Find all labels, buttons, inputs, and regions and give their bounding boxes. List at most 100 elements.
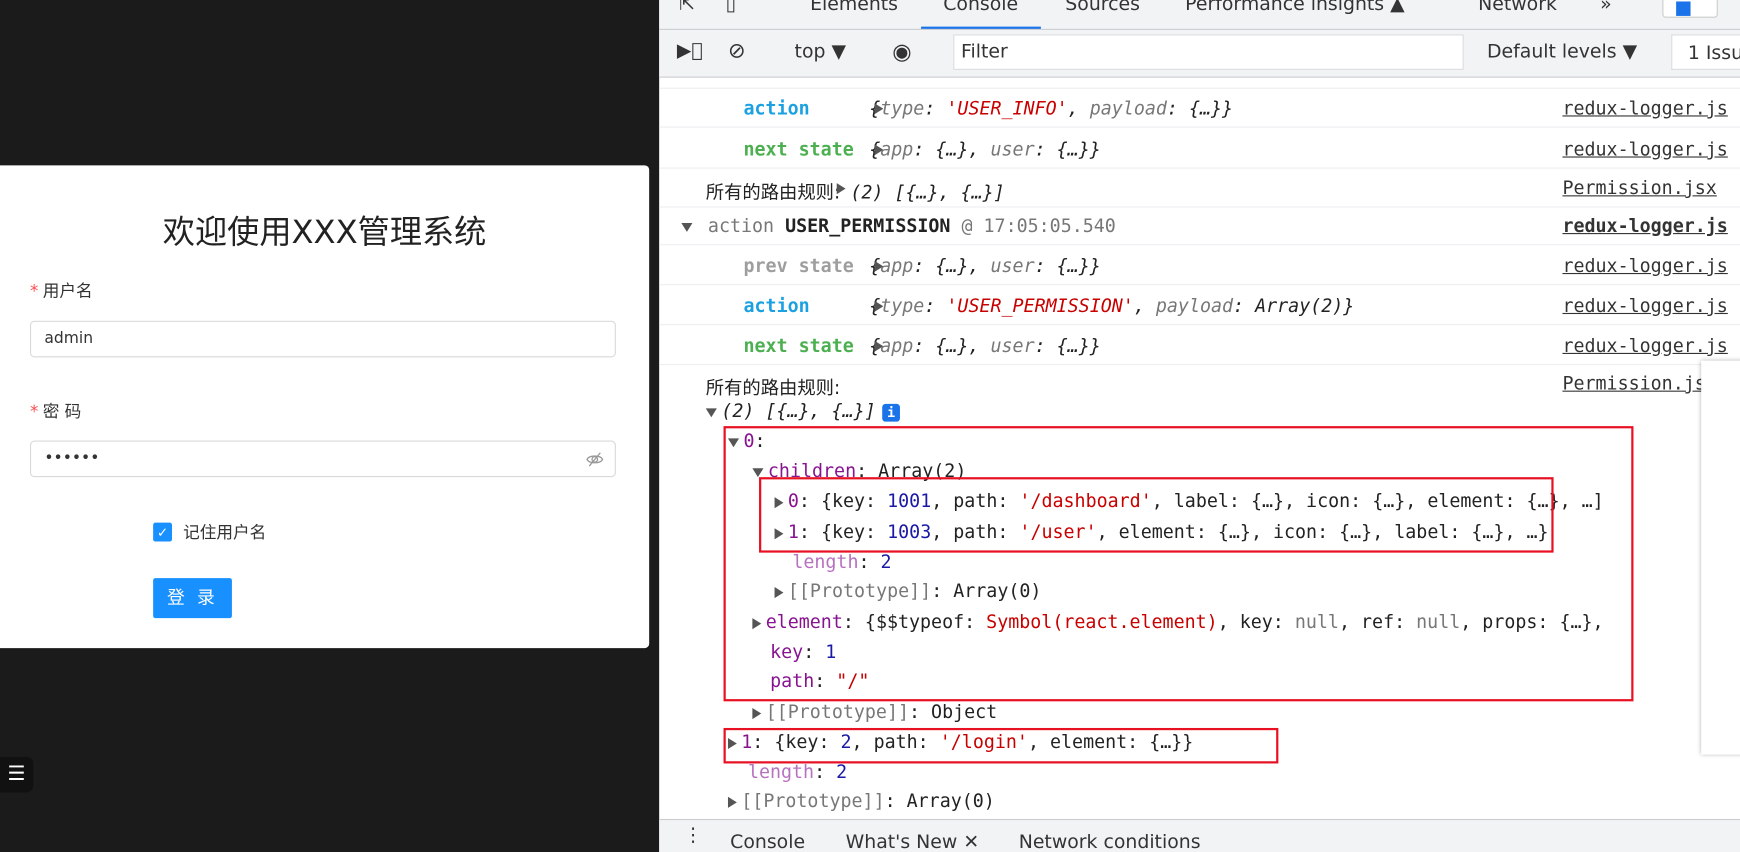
- inspect-element-icon[interactable]: ⇱: [679, 0, 695, 16]
- console-message[interactable]: 所有的路由规则: (2) [{…}, {…}]: [706, 178, 1005, 205]
- text-segment: user: [990, 138, 1035, 160]
- more-tabs-button[interactable]: »: [1600, 0, 1612, 16]
- console-message[interactable]: action USER_PERMISSION @ 17:05:05.540: [681, 215, 1116, 237]
- tab-console[interactable]: Console: [921, 0, 1041, 29]
- info-icon[interactable]: i: [882, 403, 901, 422]
- text-segment: :: [924, 295, 947, 317]
- text-segment: : Array(2)}: [1233, 295, 1355, 317]
- login-button[interactable]: 登 录: [153, 578, 232, 619]
- sidebar-toggle-icon[interactable]: ▶⃞: [677, 40, 703, 62]
- text-segment: app: [880, 335, 914, 357]
- text-segment: payload: [1155, 295, 1234, 317]
- drawer-menu-icon[interactable]: ⋮: [684, 825, 703, 847]
- text-segment: user: [990, 255, 1035, 277]
- text-segment: app: [880, 138, 914, 160]
- source-link[interactable]: redux-logger.js: [1562, 139, 1727, 160]
- text-segment: : {…},: [913, 138, 991, 160]
- text-segment: : Array(0): [884, 790, 995, 812]
- tab-network[interactable]: Network: [1478, 0, 1557, 16]
- app-viewport: 欢迎使用XXX管理系统 * 用户名 admin * 密 码 •••••• ✓ 记住用户…: [0, 0, 660, 852]
- collapsed-triangle-icon[interactable]: [727, 796, 737, 808]
- text-segment: next state: [743, 138, 865, 160]
- text-segment: :: [814, 761, 837, 783]
- collapsed-triangle-icon[interactable]: [752, 707, 762, 719]
- log-levels-dropdown[interactable]: Default levels ▼: [1487, 41, 1637, 63]
- console-message[interactable]: prev state {app: {…}, user: {…}}: [743, 255, 1100, 276]
- highlight-box-route-1: [723, 727, 1279, 764]
- text-segment: action: [743, 97, 865, 119]
- context-selector[interactable]: top ▼: [795, 41, 846, 63]
- console-message[interactable]: next state {app: {…}, user: {…}}: [743, 335, 1100, 356]
- username-input[interactable]: admin: [29, 320, 616, 358]
- drawer-tab-console[interactable]: Console: [730, 831, 805, 852]
- source-link[interactable]: redux-logger.js: [1562, 335, 1727, 356]
- text-segment: [[Prototype]]: [741, 790, 885, 812]
- source-link[interactable]: Permission.jsx: [1562, 178, 1716, 199]
- drawer-tab-whats-new[interactable]: What's New ✕: [846, 831, 980, 852]
- password-label-text: 密 码: [42, 401, 82, 422]
- log-message: 所有的路由规则:: [705, 377, 841, 399]
- text-segment: action: [696, 215, 786, 237]
- text-segment: : {…},: [913, 335, 991, 357]
- login-title: 欢迎使用XXX管理系统: [162, 213, 487, 251]
- drawer-tab-network-conditions[interactable]: Network conditions: [1019, 831, 1201, 852]
- text-segment: : {…}}: [1034, 335, 1101, 357]
- text-segment: next state: [743, 335, 865, 357]
- collapsed-triangle-icon[interactable]: [874, 300, 884, 312]
- source-link[interactable]: redux-logger.js: [1562, 295, 1727, 316]
- clear-console-icon[interactable]: ⊘: [728, 39, 746, 63]
- text-segment: : {…}}: [1166, 97, 1234, 119]
- eye-icon[interactable]: ◉: [892, 38, 911, 65]
- console-message[interactable]: action {type: 'USER_PERMISSION', payload…: [743, 295, 1354, 316]
- console-message[interactable]: action {type: 'USER_INFO', payload: {…}}: [743, 98, 1233, 119]
- highlight-box-children: [759, 477, 1554, 553]
- devtools-tab-bar: ⇱ ▯ Elements Console Sources Performance…: [659, 0, 1740, 30]
- object-tree-line[interactable]: [[Prototype]]: Object: [752, 701, 997, 722]
- collapsed-triangle-icon[interactable]: [874, 260, 884, 272]
- source-link[interactable]: redux-logger.js: [1562, 98, 1727, 119]
- object-tree-line[interactable]: (2) [{…}, {…}] i: [705, 400, 901, 422]
- console-toolbar: ▶⃞ ⊘ top ▼ ◉ Filter Default levels ▼ 1 I…: [659, 29, 1740, 78]
- menu-icon[interactable]: ☰: [0, 756, 34, 793]
- text-segment: USER_PERMISSION: [785, 215, 951, 237]
- text-segment: user: [990, 335, 1035, 357]
- filter-input[interactable]: Filter: [953, 34, 1464, 70]
- text-segment: type: [880, 97, 925, 119]
- messages-badge-icon[interactable]: ■: [1662, 0, 1718, 19]
- expanded-triangle-icon[interactable]: [681, 222, 693, 232]
- text-segment: :: [924, 97, 947, 119]
- password-label: * 密 码: [30, 399, 81, 422]
- text-segment: ,: [1133, 295, 1156, 317]
- collapsed-triangle-icon[interactable]: [874, 340, 884, 352]
- required-mark: *: [29, 280, 39, 301]
- console-message[interactable]: next state {app: {…}, user: {…}}: [743, 139, 1100, 160]
- device-toolbar-icon[interactable]: ▯: [726, 0, 736, 16]
- text-segment: : Object: [909, 701, 998, 723]
- text-segment: : {…},: [913, 255, 991, 277]
- source-link[interactable]: Permission.jsx: [1562, 373, 1716, 394]
- collapsed-triangle-icon[interactable]: [836, 183, 846, 195]
- expanded-triangle-icon[interactable]: [705, 407, 717, 417]
- object-tree-line[interactable]: [[Prototype]]: Array(0): [727, 790, 995, 812]
- text-segment: (2) [{…}, {…}]: [721, 400, 876, 422]
- password-value: ••••••: [44, 449, 100, 468]
- text-segment: action: [743, 295, 865, 317]
- source-link[interactable]: redux-logger.js: [1562, 215, 1727, 236]
- tab-performance-insights[interactable]: Performance insights ▲: [1185, 0, 1404, 16]
- collapsed-triangle-icon[interactable]: [874, 144, 884, 156]
- password-input[interactable]: ••••••: [29, 440, 616, 478]
- collapsed-triangle-icon[interactable]: [874, 103, 884, 115]
- source-link[interactable]: redux-logger.js: [1562, 255, 1727, 276]
- remember-checkbox[interactable]: ✓ 记住用户名: [153, 520, 266, 543]
- tooltip-popup: [1701, 360, 1740, 755]
- issues-button[interactable]: 1 Issu: [1671, 34, 1740, 70]
- text-segment: [[Prototype]]: [765, 701, 910, 723]
- required-mark: *: [29, 401, 39, 422]
- object-tree-line: length: 2: [748, 761, 847, 782]
- text-segment: 'USER_PERMISSION': [946, 295, 1134, 317]
- tab-sources[interactable]: Sources: [1065, 0, 1140, 16]
- tab-elements[interactable]: Elements: [810, 0, 898, 16]
- eye-invisible-icon[interactable]: [586, 451, 604, 469]
- text-segment: 2: [836, 761, 848, 783]
- text-segment: (2) [{…}, {…}]: [850, 181, 1005, 204]
